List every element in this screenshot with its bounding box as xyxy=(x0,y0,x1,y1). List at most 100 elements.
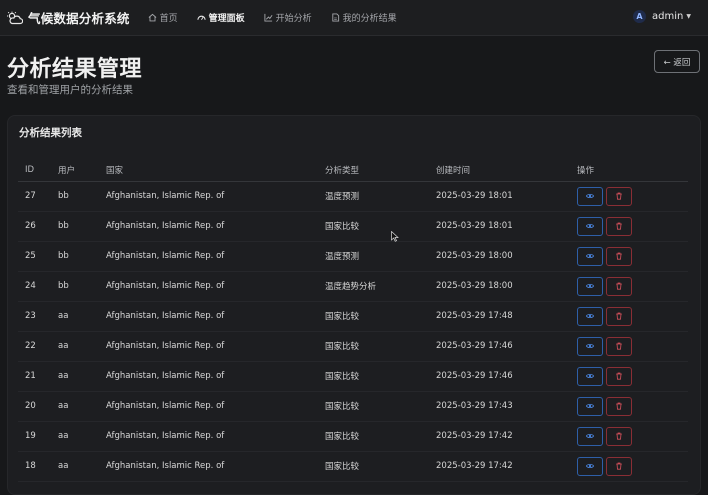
delete-button[interactable] xyxy=(606,426,632,446)
cell-created: 2025-03-29 17:42 xyxy=(429,451,570,482)
cell-user: aa xyxy=(51,331,99,362)
view-button[interactable] xyxy=(577,456,603,476)
view-button[interactable] xyxy=(577,396,603,416)
cell-type: 国家比较 xyxy=(318,361,429,392)
view-button[interactable] xyxy=(577,426,603,446)
nav-link-dashboard[interactable]: 管理面板 xyxy=(196,11,245,24)
table-row: 25 bb Afghanistan, Islamic Rep. of 温度预测 … xyxy=(18,241,688,272)
cell-user: aa xyxy=(51,451,99,482)
trash-icon xyxy=(616,192,622,200)
cell-country: Afghanistan, Islamic Rep. of xyxy=(99,391,318,422)
delete-button[interactable] xyxy=(606,366,632,386)
row-actions xyxy=(577,246,688,266)
chevron-down-icon: ▼ xyxy=(686,13,691,20)
column-header-country[interactable]: 国家 xyxy=(99,159,318,182)
row-actions xyxy=(577,456,688,476)
nav-link-analysis[interactable]: 开始分析 xyxy=(264,11,312,24)
cell-id: 24 xyxy=(18,271,51,302)
cell-user: aa xyxy=(51,301,99,332)
cell-created: 2025-03-29 17:46 xyxy=(429,361,570,392)
brand-title: 气候数据分析系统 xyxy=(28,11,130,26)
page-subtitle: 查看和管理用户的分析结果 xyxy=(7,84,133,96)
trash-icon xyxy=(616,372,622,380)
table-row: 27 bb Afghanistan, Islamic Rep. of 温度预测 … xyxy=(18,181,688,212)
cell-actions xyxy=(570,271,688,302)
cell-country: Afghanistan, Islamic Rep. of xyxy=(99,271,318,302)
cell-type: 温度预测 xyxy=(318,241,429,272)
table-row: 26 bb Afghanistan, Islamic Rep. of 国家比较 … xyxy=(18,211,688,242)
cell-created: 2025-03-29 18:00 xyxy=(429,271,570,302)
cell-actions xyxy=(570,361,688,392)
trash-icon xyxy=(616,432,622,440)
page-title: 分析结果管理 xyxy=(7,57,143,82)
view-button[interactable] xyxy=(577,276,603,296)
cell-type: 国家比较 xyxy=(318,211,429,242)
back-button[interactable]: ← 返回 xyxy=(654,50,700,73)
eye-icon xyxy=(586,433,594,439)
cell-actions xyxy=(570,421,688,452)
eye-icon xyxy=(586,223,594,229)
trash-icon xyxy=(616,282,622,290)
view-button[interactable] xyxy=(577,216,603,236)
nav-link-label: 管理面板 xyxy=(208,14,245,24)
delete-button[interactable] xyxy=(606,186,632,206)
column-header-created[interactable]: 创建时间 xyxy=(429,159,570,182)
cell-actions xyxy=(570,331,688,362)
cell-created: 2025-03-29 17:48 xyxy=(429,301,570,332)
table-row: 19 aa Afghanistan, Islamic Rep. of 国家比较 … xyxy=(18,421,688,452)
home-icon xyxy=(148,13,157,22)
username: admin xyxy=(652,11,684,22)
delete-button[interactable] xyxy=(606,306,632,326)
results-card: 分析结果列表 ID 用户 国家 分析类型 创建时间 操作 27 bb Afgha… xyxy=(7,115,701,495)
delete-button[interactable] xyxy=(606,246,632,266)
eye-icon xyxy=(586,193,594,199)
delete-button[interactable] xyxy=(606,216,632,236)
nav-links: 首页 管理面板 开始分析 我的分析结果 xyxy=(148,11,416,24)
view-button[interactable] xyxy=(577,306,603,326)
navbar: 气候数据分析系统 首页 管理面板 开始分析 我的分析结果 A admin ▼ xyxy=(0,0,708,36)
mouse-cursor-icon xyxy=(391,231,399,242)
cell-country: Afghanistan, Islamic Rep. of xyxy=(99,451,318,482)
column-header-type[interactable]: 分析类型 xyxy=(318,159,429,182)
cell-id: 26 xyxy=(18,211,51,242)
brand[interactable]: 气候数据分析系统 xyxy=(7,8,130,27)
cell-country: Afghanistan, Islamic Rep. of xyxy=(99,331,318,362)
cell-id: 23 xyxy=(18,301,51,332)
delete-button[interactable] xyxy=(606,276,632,296)
eye-icon xyxy=(586,403,594,409)
delete-button[interactable] xyxy=(606,456,632,476)
cell-type: 国家比较 xyxy=(318,331,429,362)
row-actions xyxy=(577,306,688,326)
delete-button[interactable] xyxy=(606,336,632,356)
column-header-id[interactable]: ID xyxy=(18,159,51,182)
cell-id: 20 xyxy=(18,391,51,422)
cell-created: 2025-03-29 18:01 xyxy=(429,211,570,242)
cell-id: 22 xyxy=(18,331,51,362)
cell-id: 27 xyxy=(18,181,51,212)
table-row: 21 aa Afghanistan, Islamic Rep. of 国家比较 … xyxy=(18,361,688,392)
cell-user: aa xyxy=(51,391,99,422)
column-header-user[interactable]: 用户 xyxy=(51,159,99,182)
trash-icon xyxy=(616,402,622,410)
user-menu[interactable]: A admin ▼ xyxy=(633,10,691,23)
table-header-row: ID 用户 国家 分析类型 创建时间 操作 xyxy=(18,159,688,182)
cell-actions xyxy=(570,181,688,212)
cell-type: 国家比较 xyxy=(318,301,429,332)
cell-created: 2025-03-29 17:43 xyxy=(429,391,570,422)
eye-icon xyxy=(586,313,594,319)
cell-created: 2025-03-29 17:42 xyxy=(429,421,570,452)
view-button[interactable] xyxy=(577,186,603,206)
avatar: A xyxy=(633,10,647,23)
document-icon xyxy=(332,13,339,22)
nav-link-home[interactable]: 首页 xyxy=(148,11,178,24)
eye-icon xyxy=(586,463,594,469)
trash-icon xyxy=(616,462,622,470)
view-button[interactable] xyxy=(577,366,603,386)
delete-button[interactable] xyxy=(606,396,632,416)
nav-link-my-results[interactable]: 我的分析结果 xyxy=(331,11,397,24)
row-actions xyxy=(577,336,688,356)
view-button[interactable] xyxy=(577,336,603,356)
cell-created: 2025-03-29 18:01 xyxy=(429,181,570,212)
cloud-sun-icon xyxy=(7,11,23,24)
view-button[interactable] xyxy=(577,246,603,266)
